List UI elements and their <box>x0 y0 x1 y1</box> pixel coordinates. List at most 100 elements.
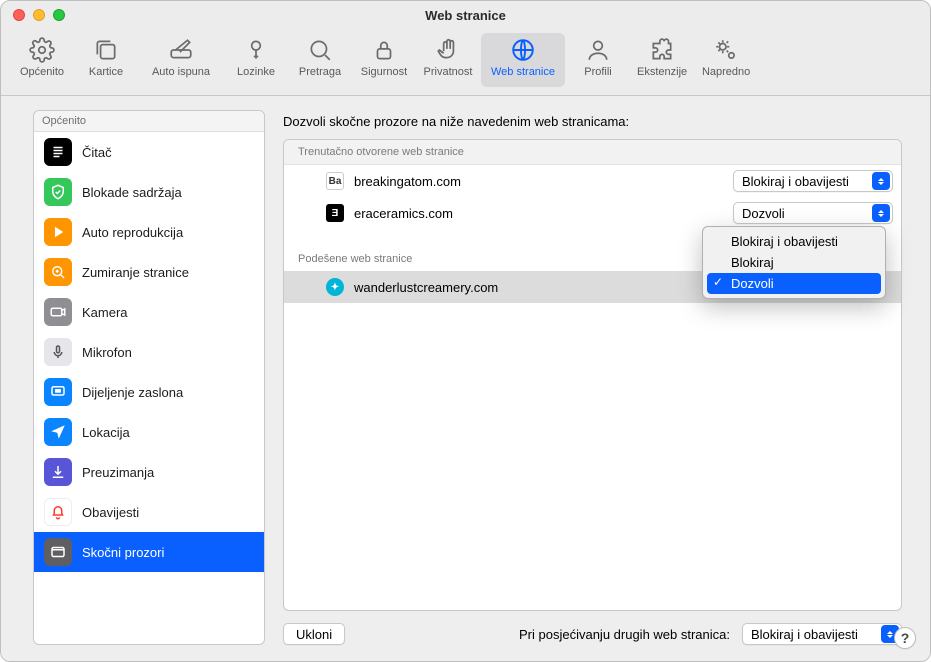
site-setting-combo[interactable]: Blokiraj i obavijesti <box>733 170 893 192</box>
tab-label: Ekstenzije <box>637 66 687 78</box>
zoom-window-button[interactable] <box>53 9 65 21</box>
sidebar-item-label: Auto reprodukcija <box>82 225 183 240</box>
gear-icon <box>29 37 55 63</box>
key-icon <box>243 37 269 63</box>
shield-check-icon <box>44 178 72 206</box>
combo-value: Blokiraj i obavijesti <box>742 174 872 189</box>
panel-heading: Dozvoli skočne prozore na niže navedenim… <box>283 114 902 129</box>
tab-label: Web stranice <box>491 66 555 78</box>
tab-advanced[interactable]: Napredno <box>695 33 757 87</box>
popup-option-selected[interactable]: Dozvoli <box>707 273 881 294</box>
location-icon <box>44 418 72 446</box>
site-domain: breakingatom.com <box>354 174 723 189</box>
tab-label: Sigurnost <box>361 66 407 78</box>
tab-tabs[interactable]: Kartice <box>75 33 137 87</box>
tab-label: Općenito <box>20 66 64 78</box>
tab-label: Profili <box>584 66 612 78</box>
tabs-icon <box>93 37 119 63</box>
help-button[interactable]: ? <box>894 627 916 649</box>
favicon-icon: ✦ <box>326 278 344 296</box>
sidebar-item-label: Blokade sadržaja <box>82 185 182 200</box>
body: Općenito Čitač Blokade sadržaja <box>1 96 930 661</box>
play-icon <box>44 218 72 246</box>
favicon-icon: Ba <box>326 172 344 190</box>
popup-option[interactable]: Blokiraj i obavijesti <box>707 231 881 252</box>
tab-search[interactable]: Pretraga <box>289 33 351 87</box>
sidebar-item-label: Kamera <box>82 305 128 320</box>
sidebar-item-label: Preuzimanja <box>82 465 154 480</box>
puzzle-icon <box>649 37 675 63</box>
tab-profiles[interactable]: Profili <box>567 33 629 87</box>
remove-button[interactable]: Ukloni <box>283 623 345 645</box>
tab-extensions[interactable]: Ekstenzije <box>631 33 693 87</box>
sidebar-item-downloads[interactable]: Preuzimanja <box>34 452 264 492</box>
site-domain: eraceramics.com <box>354 206 723 221</box>
site-setting-combo[interactable]: Dozvoli <box>733 202 893 224</box>
sidebar-item-microphone[interactable]: Mikrofon <box>34 332 264 372</box>
sidebar-item-popups[interactable]: Skočni prozori <box>34 532 264 572</box>
sidebar-item-label: Obavijesti <box>82 505 139 520</box>
download-icon <box>44 458 72 486</box>
zoom-icon <box>44 258 72 286</box>
tab-privacy[interactable]: Privatnost <box>417 33 479 87</box>
minimize-window-button[interactable] <box>33 9 45 21</box>
sidebar-item-content-blockers[interactable]: Blokade sadržaja <box>34 172 264 212</box>
site-domain: wanderlustcreamery.com <box>354 280 723 295</box>
main-panel: Dozvoli skočne prozore na niže navedenim… <box>265 96 930 661</box>
sidebar-item-reader[interactable]: Čitač <box>34 132 264 172</box>
sidebar-item-label: Lokacija <box>82 425 130 440</box>
tab-label: Privatnost <box>424 66 473 78</box>
tab-passwords[interactable]: Lozinke <box>225 33 287 87</box>
sidebar-item-location[interactable]: Lokacija <box>34 412 264 452</box>
chevrons-icon <box>872 204 890 222</box>
site-row[interactable]: Ǝ eraceramics.com Dozvoli <box>284 197 901 229</box>
tab-security[interactable]: Sigurnost <box>353 33 415 87</box>
setting-popup-menu: Blokiraj i obavijesti Blokiraj Dozvoli <box>702 226 886 299</box>
preferences-window: Web stranice Općenito Kartice Auto ispun… <box>0 0 931 662</box>
tab-websites[interactable]: Web stranice <box>481 33 565 87</box>
sidebar-item-page-zoom[interactable]: Zumiranje stranice <box>34 252 264 292</box>
sidebar-section-header: Općenito <box>34 111 264 132</box>
sidebar-item-camera[interactable]: Kamera <box>34 292 264 332</box>
popup-option[interactable]: Blokiraj <box>707 252 881 273</box>
bell-icon <box>44 498 72 526</box>
titlebar: Web stranice <box>1 1 930 29</box>
window-controls <box>1 9 65 21</box>
sidebar-item-autoplay[interactable]: Auto reprodukcija <box>34 212 264 252</box>
sidebar-list: Čitač Blokade sadržaja Auto reprodukcija <box>34 132 264 644</box>
lock-icon <box>371 37 397 63</box>
tab-autofill[interactable]: Auto ispuna <box>139 33 223 87</box>
hand-icon <box>435 37 461 63</box>
person-icon <box>585 37 611 63</box>
sidebar-item-label: Čitač <box>82 145 112 160</box>
sidebar-item-label: Dijeljenje zaslona <box>82 385 183 400</box>
camera-icon <box>44 298 72 326</box>
tab-label: Kartice <box>89 66 123 78</box>
sidebar-item-label: Zumiranje stranice <box>82 265 189 280</box>
tab-label: Pretraga <box>299 66 341 78</box>
search-icon <box>307 37 333 63</box>
site-row[interactable]: Ba breakingatom.com Blokiraj i obavijest… <box>284 165 901 197</box>
default-setting-label: Pri posjećivanju drugih web stranica: <box>519 627 730 642</box>
close-window-button[interactable] <box>13 9 25 21</box>
gears-icon <box>713 37 739 63</box>
prefs-toolbar: Općenito Kartice Auto ispuna Lozinke Pre… <box>1 29 930 96</box>
sidebar-item-label: Skočni prozori <box>82 545 164 560</box>
tab-general[interactable]: Općenito <box>11 33 73 87</box>
sidebar-item-label: Mikrofon <box>82 345 132 360</box>
globe-icon <box>510 37 536 63</box>
combo-value: Dozvoli <box>742 206 872 221</box>
sidebar-item-notifications[interactable]: Obavijesti <box>34 492 264 532</box>
tab-label: Napredno <box>702 66 750 78</box>
websites-table: Trenutačno otvorene web stranice Ba brea… <box>283 139 902 611</box>
sidebar-item-screen-sharing[interactable]: Dijeljenje zaslona <box>34 372 264 412</box>
tab-label: Auto ispuna <box>152 66 210 78</box>
combo-value: Blokiraj i obavijesti <box>751 627 881 642</box>
favicon-icon: Ǝ <box>326 204 344 222</box>
panel-footer: Ukloni Pri posjećivanju drugih web stran… <box>283 611 902 645</box>
screen-icon <box>44 378 72 406</box>
chevrons-icon <box>872 172 890 190</box>
default-setting-combo[interactable]: Blokiraj i obavijesti <box>742 623 902 645</box>
pencil-icon <box>168 37 194 63</box>
microphone-icon <box>44 338 72 366</box>
